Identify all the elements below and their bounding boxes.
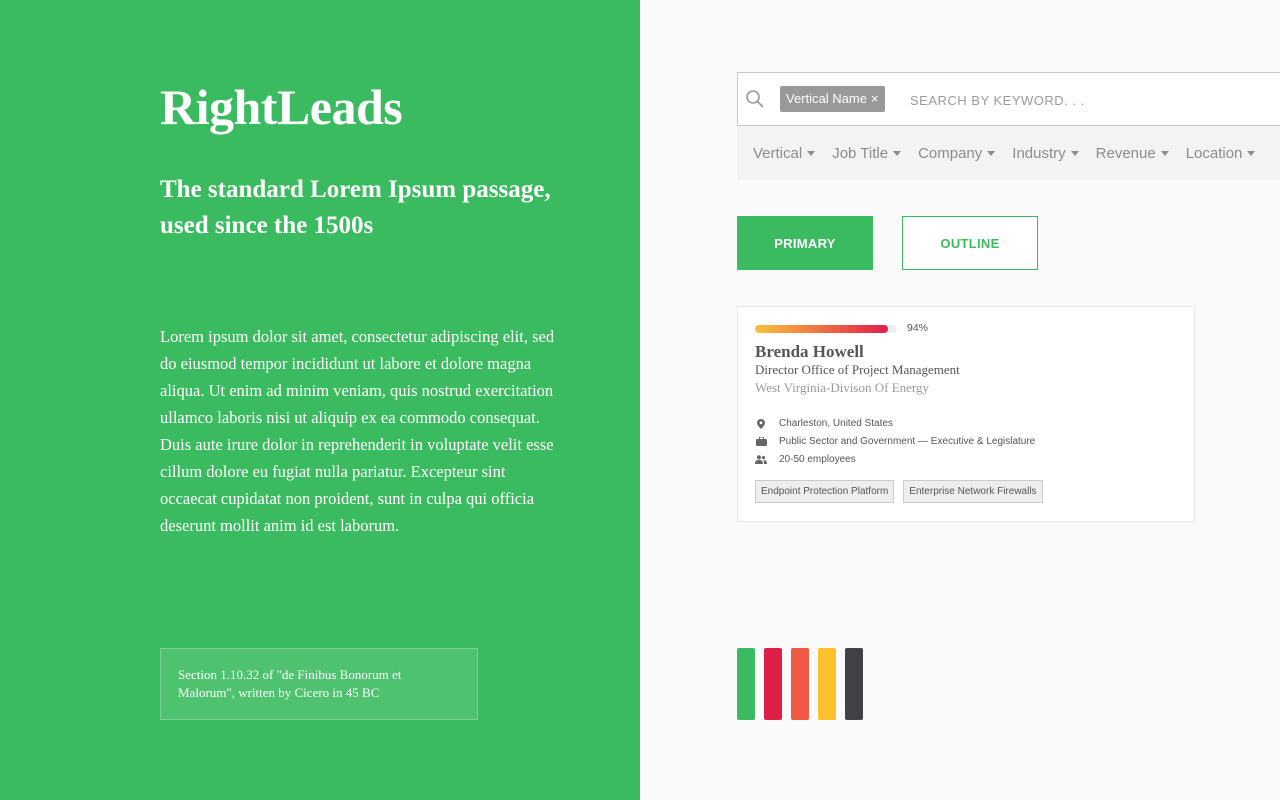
filter-label: Company bbox=[918, 144, 983, 162]
hero-panel: RightLeads The standard Lorem Ipsum pass… bbox=[0, 0, 640, 800]
caret-down-icon bbox=[1070, 150, 1079, 156]
lead-location-row: Charleston, United States bbox=[755, 418, 893, 429]
color-swatch bbox=[737, 648, 755, 720]
primary-button[interactable]: PRIMARY bbox=[737, 216, 873, 270]
quote-note: Section 1.10.32 of "de Finibus Bonorum e… bbox=[160, 648, 478, 720]
caret-down-icon bbox=[1247, 150, 1256, 156]
lead-employees: 20-50 employees bbox=[779, 454, 856, 465]
score-bar-fill bbox=[755, 325, 889, 333]
caret-down-icon bbox=[807, 150, 816, 156]
caret-down-icon bbox=[987, 150, 996, 156]
lead-location: Charleston, United States bbox=[779, 418, 893, 429]
outline-button[interactable]: OUTLINE bbox=[902, 216, 1038, 270]
tag[interactable]: Enterprise Network Firewalls bbox=[903, 480, 1043, 503]
filter-industry[interactable]: Industry bbox=[1012, 144, 1079, 162]
lead-organization: West Virginia-Divison Of Energy bbox=[755, 380, 930, 395]
filter-chip-label: Vertical Name bbox=[786, 91, 867, 106]
score-percent: 94% bbox=[907, 322, 929, 334]
map-pin-icon bbox=[755, 418, 767, 429]
filter-vertical[interactable]: Vertical bbox=[753, 144, 816, 162]
filter-bar: Vertical Job Title Company Industry Reve… bbox=[737, 126, 1280, 180]
lead-title: Director Office of Project Management bbox=[755, 362, 960, 377]
filter-company[interactable]: Company bbox=[918, 144, 996, 162]
tag-list: Endpoint Protection Platform Enterprise … bbox=[755, 480, 1052, 503]
score-bar bbox=[755, 325, 897, 333]
lead-name: Brenda Howell bbox=[755, 342, 864, 361]
brand-title: RightLeads bbox=[160, 79, 403, 135]
filter-label: Location bbox=[1185, 144, 1243, 162]
color-swatch bbox=[791, 648, 809, 720]
search-input[interactable] bbox=[910, 87, 1270, 113]
body-paragraph: Lorem ipsum dolor sit amet, consectetur … bbox=[160, 327, 555, 535]
lead-industry: Public Sector and Government — Executive… bbox=[779, 436, 1036, 447]
tagline: The standard Lorem Ipsum passage, used s… bbox=[160, 176, 551, 239]
caret-down-icon bbox=[893, 150, 902, 156]
color-swatch bbox=[818, 648, 836, 720]
filter-label: Industry bbox=[1012, 144, 1066, 162]
filter-label: Job Title bbox=[832, 144, 889, 162]
chip-remove-icon[interactable]: × bbox=[871, 91, 879, 106]
filter-revenue[interactable]: Revenue bbox=[1096, 145, 1169, 162]
filter-label: Revenue bbox=[1095, 144, 1156, 162]
filter-location[interactable]: Location bbox=[1186, 145, 1256, 162]
search-icon[interactable] bbox=[745, 89, 765, 109]
tag[interactable]: Endpoint Protection Platform bbox=[755, 480, 895, 503]
filter-job-title[interactable]: Job Title bbox=[832, 144, 902, 162]
lead-card[interactable]: 94% Brenda Howell Director Office of Pro… bbox=[737, 306, 1195, 522]
search-bar: Vertical Name × bbox=[737, 72, 1280, 126]
filter-chip[interactable]: Vertical Name × bbox=[780, 86, 885, 112]
briefcase-icon bbox=[755, 437, 767, 447]
color-swatch bbox=[845, 648, 863, 720]
people-icon bbox=[755, 455, 767, 465]
lead-employees-row: 20-50 employees bbox=[755, 454, 856, 465]
caret-down-icon bbox=[1160, 150, 1169, 156]
filter-label: Vertical bbox=[753, 144, 803, 162]
color-swatch bbox=[764, 648, 782, 720]
lead-industry-row: Public Sector and Government — Executive… bbox=[755, 436, 1035, 447]
